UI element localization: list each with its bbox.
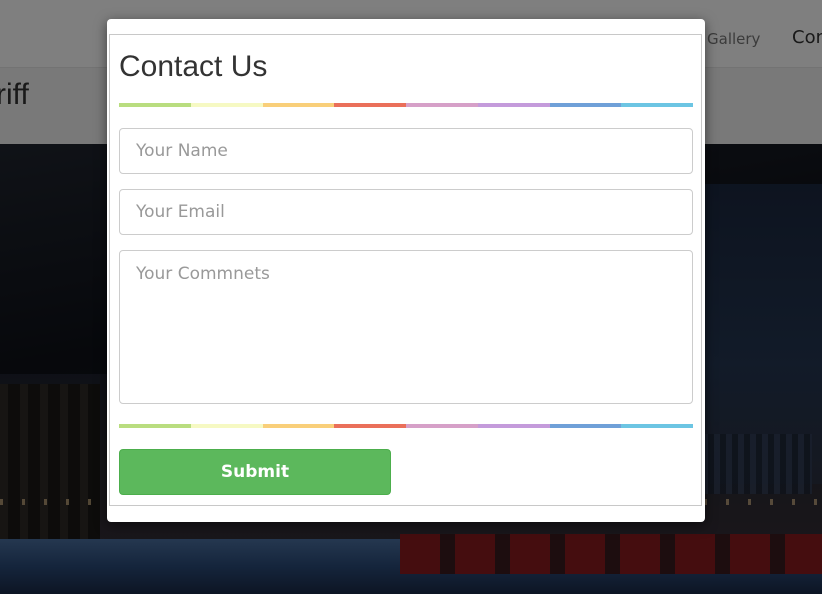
rainbow-divider-top xyxy=(119,103,693,107)
email-input[interactable] xyxy=(119,189,693,235)
comments-textarea[interactable] xyxy=(119,250,693,404)
name-input[interactable] xyxy=(119,128,693,174)
rainbow-divider-bottom xyxy=(119,424,693,428)
modal-title: Contact Us xyxy=(119,50,268,83)
submit-button[interactable]: Submit xyxy=(119,449,391,495)
